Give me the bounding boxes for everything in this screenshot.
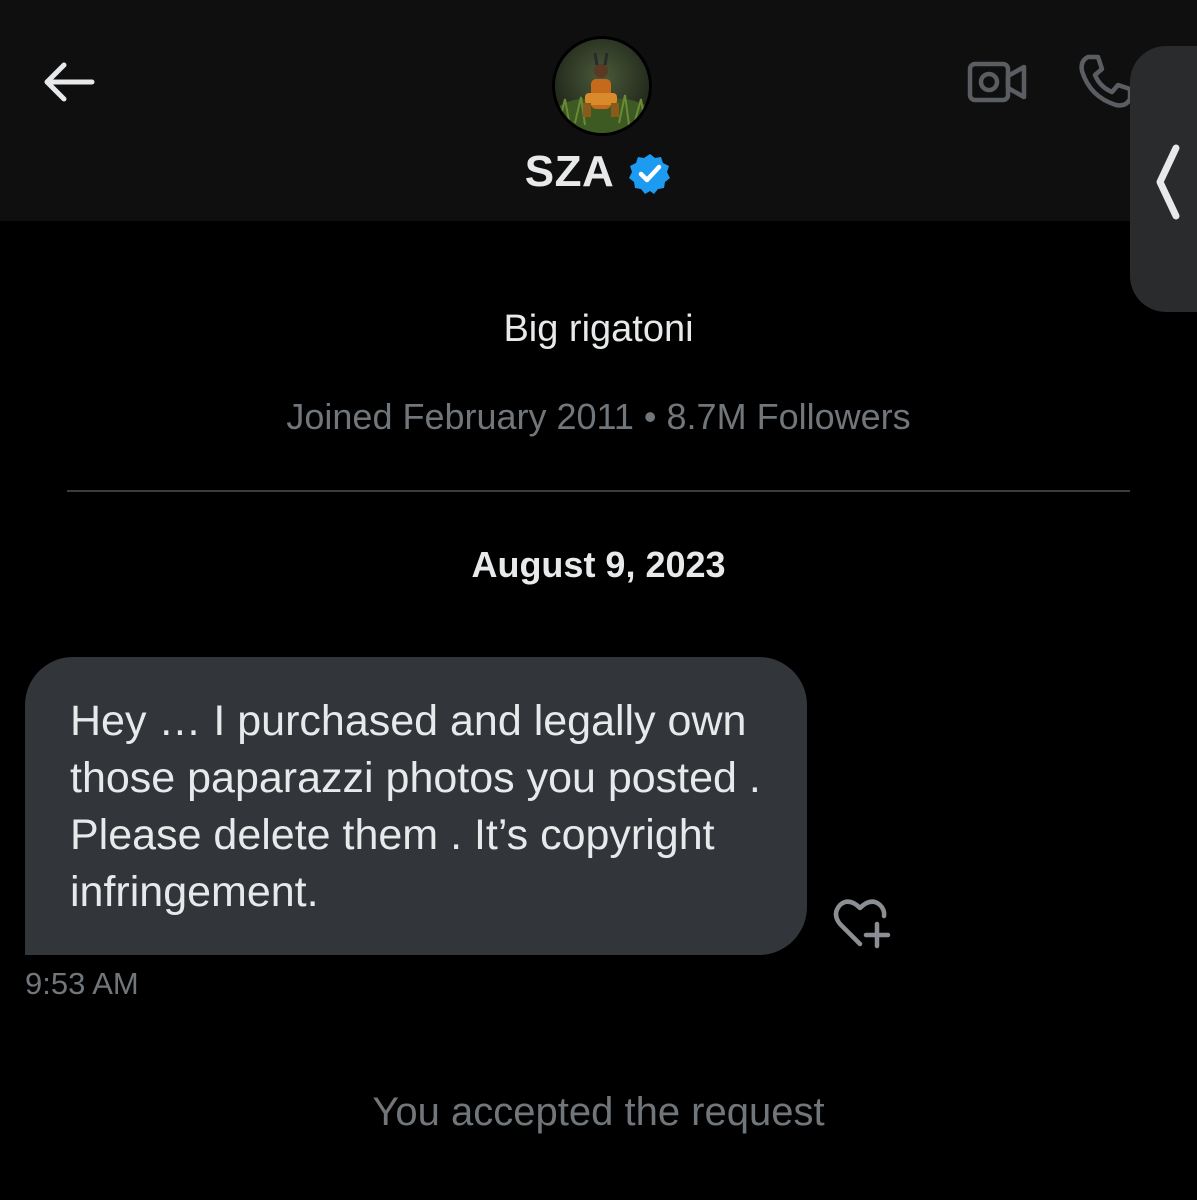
- conversation-date: August 9, 2023: [471, 544, 726, 585]
- message-timestamp: 9:53 AM: [25, 966, 139, 1001]
- video-camera-icon: [967, 61, 1027, 103]
- divider: [67, 490, 1130, 492]
- edge-panel[interactable]: [1130, 46, 1197, 312]
- message-text: Hey … I purchased and legally own those …: [70, 697, 761, 916]
- back-button[interactable]: [36, 52, 100, 112]
- request-status: You accepted the request: [372, 1090, 825, 1134]
- react-button[interactable]: [830, 892, 896, 954]
- avatar[interactable]: [552, 36, 652, 136]
- profile-bio: Big rigatoni: [503, 308, 694, 350]
- edge-panel-handle-icon: [1156, 144, 1180, 220]
- message-bubble[interactable]: Hey … I purchased and legally own those …: [25, 657, 807, 955]
- contact-name[interactable]: SZA: [525, 147, 615, 197]
- contact-name-row: SZA: [0, 140, 1197, 204]
- video-call-button[interactable]: [962, 52, 1032, 112]
- voice-call-button[interactable]: [1074, 48, 1138, 114]
- heart-plus-icon: [833, 899, 891, 949]
- back-arrow-icon: [44, 62, 95, 102]
- verified-badge-icon: [629, 154, 671, 194]
- phone-icon: [1079, 54, 1133, 108]
- conversation-header: SZA: [0, 0, 1197, 221]
- profile-meta: Joined February 2011 • 8.7M Followers: [286, 396, 911, 437]
- avatar-image: [555, 39, 649, 133]
